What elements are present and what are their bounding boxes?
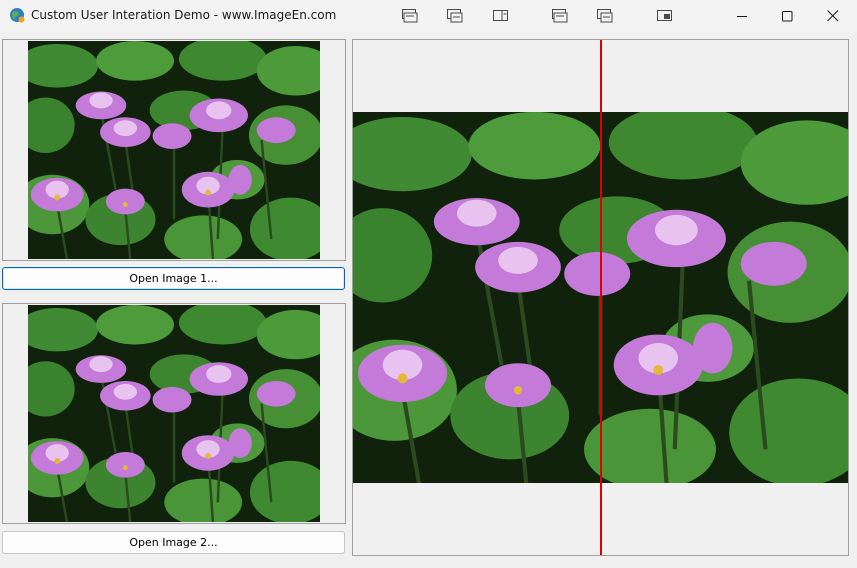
maximize-button[interactable] xyxy=(764,0,810,32)
image-viewer-1[interactable] xyxy=(2,39,346,261)
maximize-icon xyxy=(781,10,792,21)
minimize-button[interactable] xyxy=(719,0,765,32)
window-snap-icon[interactable] xyxy=(402,9,418,23)
title-bar: Custom User Interation Demo - www.ImageE… xyxy=(0,0,857,32)
window-title: Custom User Interation Demo - www.ImageE… xyxy=(31,8,337,22)
water-lily-image-1 xyxy=(28,41,320,259)
app-globe-icon xyxy=(10,8,25,23)
water-lily-image-2 xyxy=(28,305,320,522)
open-image-1-button[interactable]: Open Image 1... xyxy=(2,267,345,290)
window-snap-icon[interactable] xyxy=(552,9,568,23)
image-viewer-2[interactable] xyxy=(2,303,346,524)
split-divider-line[interactable] xyxy=(600,40,602,555)
minimize-icon xyxy=(736,15,747,17)
window-snap-alt-icon[interactable] xyxy=(447,9,463,23)
comparison-viewer[interactable] xyxy=(352,39,849,556)
close-icon xyxy=(827,10,839,22)
window-snap-alt-icon[interactable] xyxy=(597,9,613,23)
close-button[interactable] xyxy=(810,0,856,32)
pip-icon[interactable] xyxy=(657,9,673,23)
open-image-2-button[interactable]: Open Image 2... xyxy=(2,531,345,554)
panel-layout-icon[interactable] xyxy=(493,9,509,23)
